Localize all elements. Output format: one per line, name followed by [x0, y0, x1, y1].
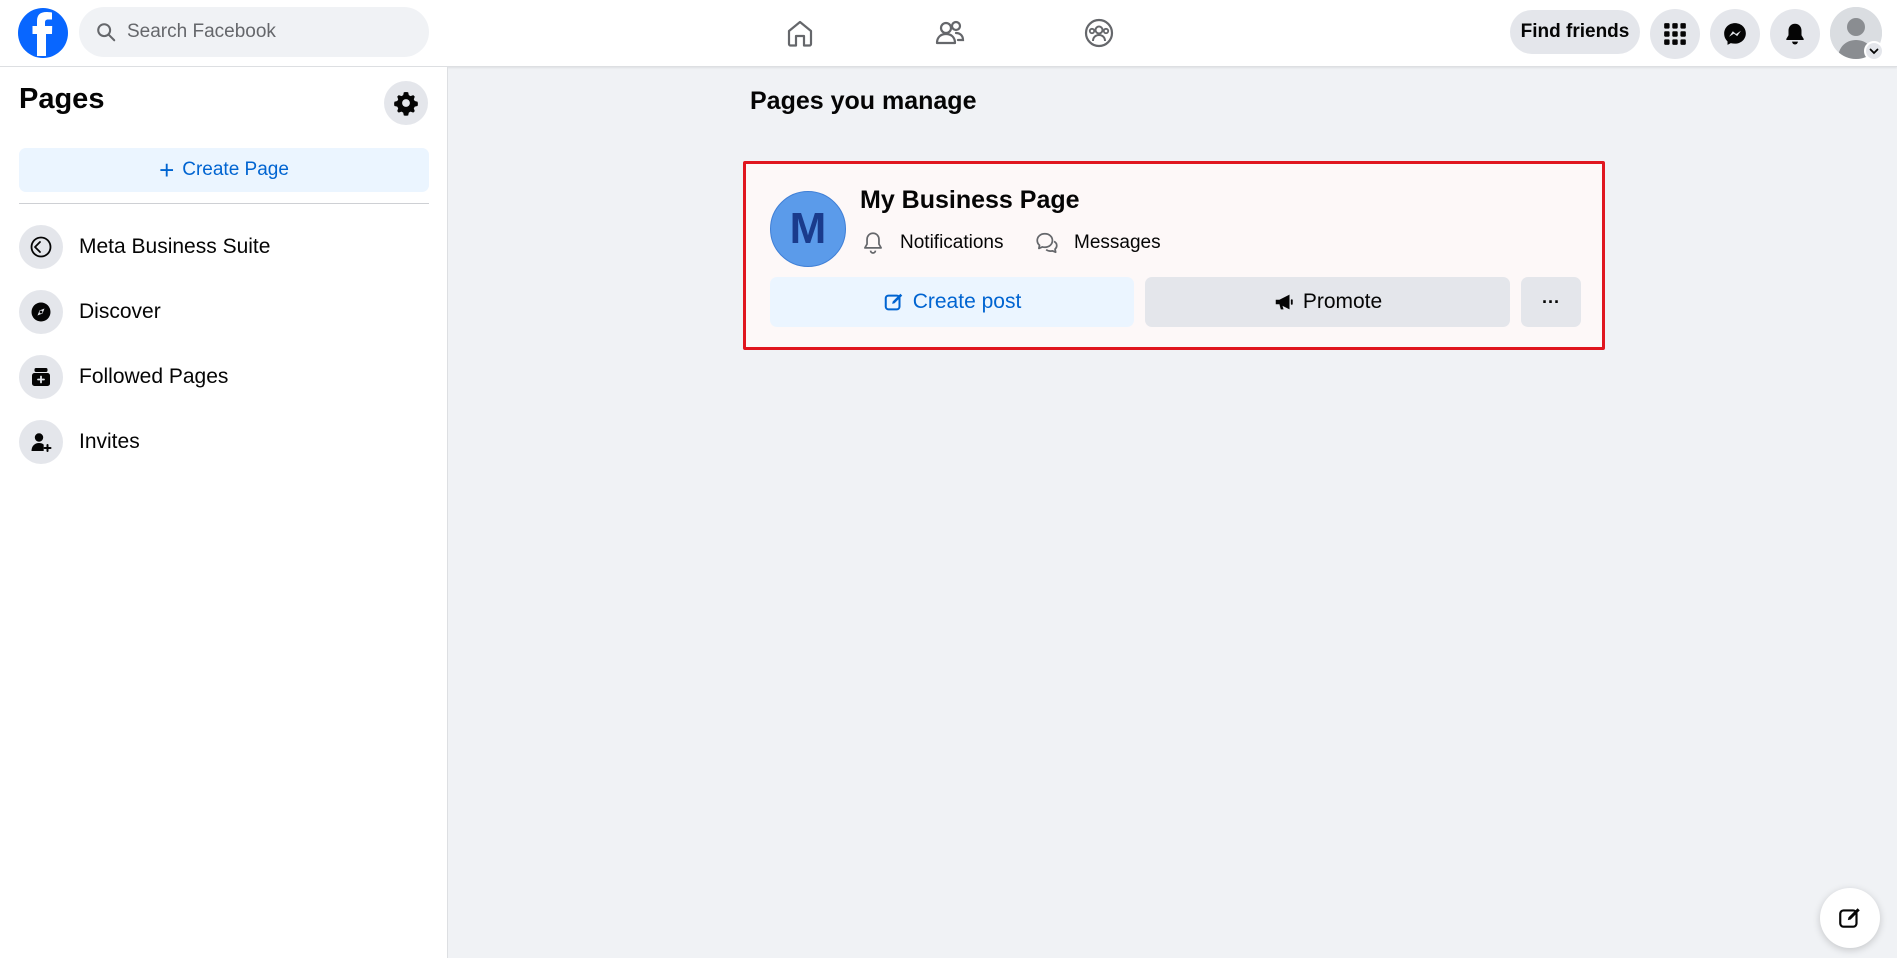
nav-tab-home[interactable]	[765, 9, 835, 57]
managed-page-card: M My Business Page Notifications Message…	[743, 161, 1605, 350]
sidebar-item-followed-pages[interactable]: Followed Pages	[19, 349, 429, 405]
messages-label: Messages	[1074, 232, 1161, 253]
notifications-label: Notifications	[900, 232, 1004, 253]
sidebar-item-label: Followed Pages	[79, 365, 229, 388]
search-bar[interactable]	[79, 7, 429, 57]
friends-icon	[935, 20, 965, 45]
create-page-label: Create Page	[182, 159, 289, 180]
invite-person-icon	[19, 420, 63, 464]
sidebar-title: Pages	[19, 83, 105, 115]
sidebar-item-label: Invites	[79, 430, 140, 453]
sidebar-item-invites[interactable]: Invites	[19, 414, 429, 470]
account-avatar[interactable]	[1830, 7, 1884, 61]
bell-icon	[1786, 23, 1804, 45]
notifications-button[interactable]	[1770, 9, 1820, 59]
messenger-button[interactable]	[1710, 9, 1760, 59]
more-dots-icon: ···	[1542, 291, 1560, 312]
new-message-button[interactable]	[1820, 888, 1880, 948]
page-name-link[interactable]: My Business Page	[860, 186, 1080, 215]
promote-label: Promote	[1302, 290, 1383, 313]
find-friends-button[interactable]: Find friends	[1510, 10, 1640, 54]
pages-settings-button[interactable]	[384, 81, 428, 125]
menu-button[interactable]	[1650, 9, 1700, 59]
sidebar-item-discover[interactable]: Discover	[19, 284, 429, 340]
create-post-label: Create post	[912, 290, 1022, 313]
page-title: Pages you manage	[750, 87, 977, 115]
business-suite-icon	[19, 225, 63, 269]
search-input[interactable]	[127, 21, 417, 43]
compass-icon	[19, 290, 63, 334]
nav-tab-friends[interactable]	[915, 9, 985, 57]
page-avatar[interactable]: M	[770, 191, 846, 267]
gear-icon	[394, 91, 418, 116]
sidebar-item-label: Discover	[79, 300, 161, 323]
nav-tab-groups[interactable]	[1064, 9, 1134, 57]
chat-bubbles-icon	[1036, 232, 1058, 254]
promote-button[interactable]: Promote	[1145, 277, 1510, 327]
groups-icon	[1084, 18, 1114, 48]
compose-icon	[1839, 908, 1860, 928]
sidebar-item-label: Meta Business Suite	[79, 235, 271, 258]
bell-outline-icon	[864, 232, 882, 254]
menu-grid-icon	[1664, 23, 1686, 45]
create-page-button[interactable]: + Create Page	[19, 148, 429, 192]
edit-icon	[884, 293, 902, 311]
sidebar-item-meta-business-suite[interactable]: Meta Business Suite	[19, 219, 429, 275]
page-messages-link[interactable]: Messages	[1034, 228, 1161, 258]
megaphone-icon	[1275, 294, 1293, 310]
top-navigation-bar: Find friends	[0, 0, 1897, 67]
more-options-button[interactable]: ···	[1521, 277, 1581, 327]
messenger-icon	[1724, 23, 1746, 45]
facebook-logo-icon[interactable]	[18, 8, 68, 58]
page-notifications-link[interactable]: Notifications	[860, 228, 1004, 258]
pages-sidebar: Pages + Create Page Meta Business Suite …	[0, 67, 448, 958]
chevron-down-icon	[1864, 41, 1884, 61]
create-post-button[interactable]: Create post	[770, 277, 1134, 327]
sidebar-divider	[19, 203, 429, 204]
search-icon	[97, 23, 116, 42]
home-icon	[787, 20, 813, 47]
plus-icon: +	[159, 155, 175, 185]
followed-pages-icon	[19, 355, 63, 399]
